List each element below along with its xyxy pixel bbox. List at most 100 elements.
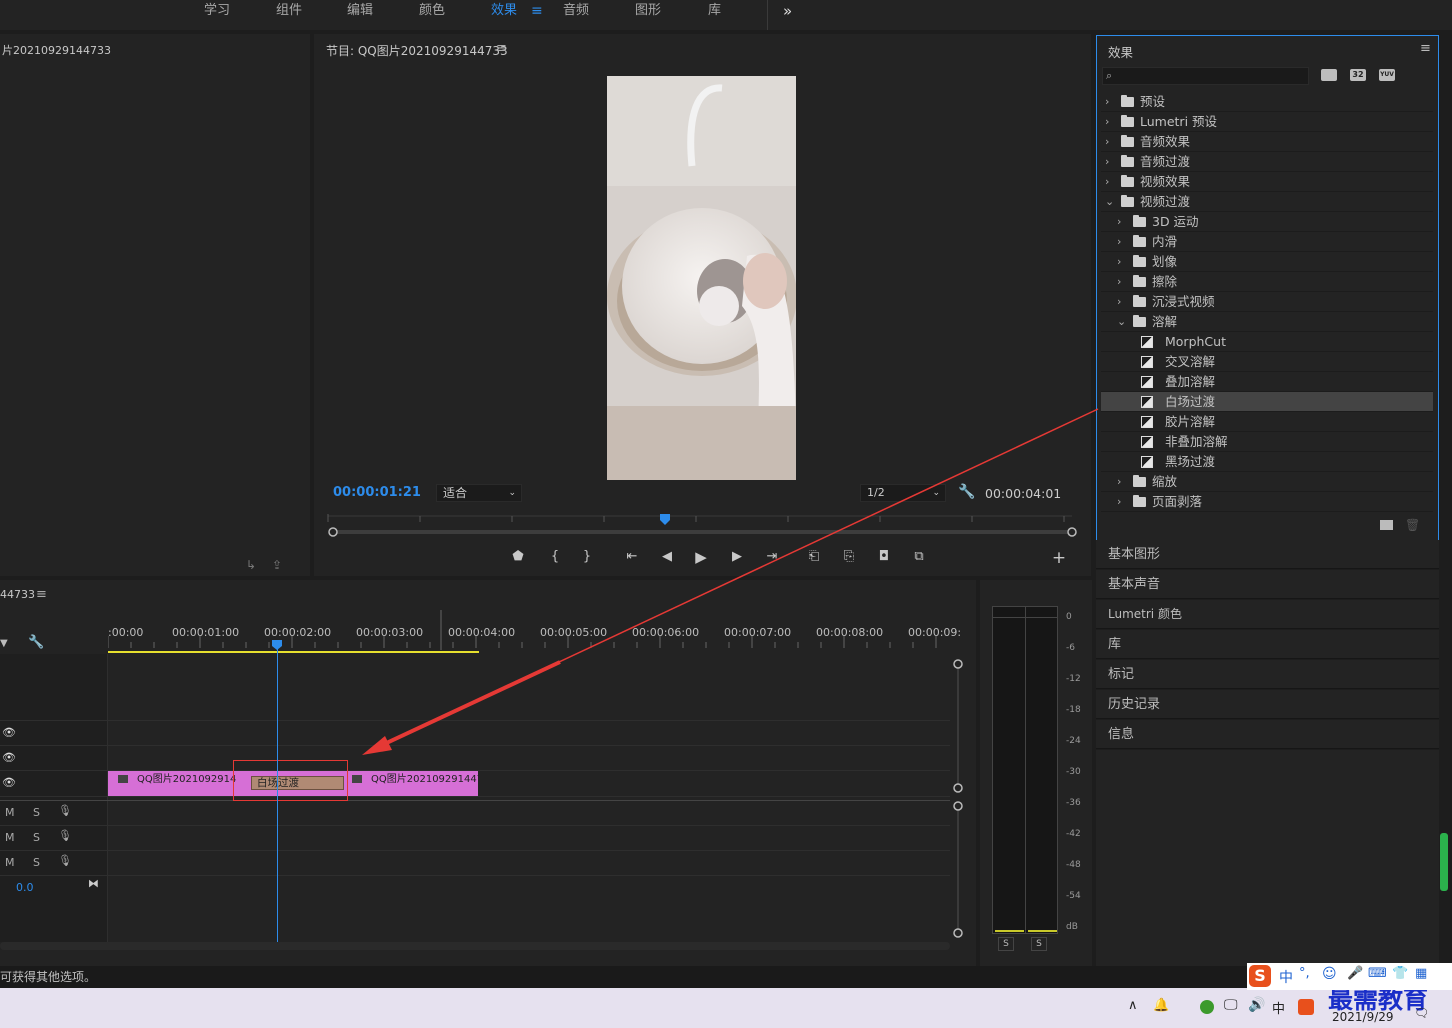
chevron-right-icon[interactable]: › <box>1105 152 1115 172</box>
effects-tree-item[interactable]: 非叠加溶解 <box>1101 432 1433 452</box>
new-bin-icon[interactable] <box>1380 520 1393 530</box>
effects-tree-item[interactable]: › 页面剥落 <box>1101 492 1433 512</box>
panel-essential-graphics[interactable]: 基本图形 <box>1096 540 1439 569</box>
workspace-menu-icon[interactable]: ≡ <box>531 0 543 24</box>
mute-toggle[interactable]: M <box>5 831 15 844</box>
timeline-v-scrollbar[interactable] <box>950 656 966 942</box>
eye-icon[interactable]: 👁 <box>2 776 16 789</box>
effects-tree-item[interactable]: › 3D 运动 <box>1101 212 1433 232</box>
timeline-clip[interactable]: QQ图片20210929144741. <box>108 771 236 796</box>
tab-libraries[interactable]: 库 <box>708 0 721 24</box>
add-button-icon[interactable]: + <box>1049 549 1069 567</box>
mute-toggle[interactable]: M <box>5 856 15 869</box>
effects-menu-icon[interactable]: ≡ <box>1420 41 1431 56</box>
tab-editing[interactable]: 编辑 <box>347 0 373 24</box>
chevron-down-icon[interactable]: ⌄ <box>1105 192 1115 212</box>
chevron-right-icon[interactable]: › <box>1117 472 1127 492</box>
playhead[interactable] <box>277 646 278 942</box>
accelerated-effects-icon[interactable] <box>1321 69 1337 81</box>
ime-toolbar[interactable]: S 中 °, ☺ 🎤 ⌨ 👕 ▦ <box>1247 963 1452 990</box>
effects-tree-item[interactable]: › 预设 <box>1101 92 1433 112</box>
effects-tree-item[interactable]: 黑场过渡 <box>1101 452 1433 472</box>
wrench-icon[interactable]: 🔧 <box>28 635 44 650</box>
go-to-out-icon[interactable]: ⇥ <box>762 548 782 566</box>
chevron-right-icon[interactable]: › <box>1117 292 1127 312</box>
effects-tree-item[interactable]: › 内滑 <box>1101 232 1433 252</box>
effects-tree-item[interactable]: › 缩放 <box>1101 472 1433 492</box>
delete-icon[interactable]: 🗑 <box>1405 518 1420 532</box>
solo-left-button[interactable]: S <box>998 937 1014 951</box>
effects-tree-item[interactable]: › 划像 <box>1101 252 1433 272</box>
chevron-right-icon[interactable]: › <box>1117 492 1127 512</box>
scroll-indicator[interactable] <box>1440 833 1448 891</box>
timeline-h-scrollbar[interactable] <box>0 942 950 950</box>
effects-tree-item[interactable]: ⌄ 视频过渡 <box>1101 192 1433 212</box>
program-scrubber[interactable] <box>320 510 1082 540</box>
program-menu-icon[interactable]: ≡ <box>496 41 507 56</box>
panel-markers[interactable]: 标记 <box>1096 660 1439 689</box>
effects-tree-item[interactable]: › 音频过渡 <box>1101 152 1433 172</box>
solo-toggle[interactable]: S <box>33 856 40 869</box>
volume-icon[interactable]: 🔊 <box>1248 997 1265 1013</box>
time-ruler[interactable] <box>108 610 950 654</box>
chevron-down-icon[interactable]: ⌄ <box>1117 312 1127 332</box>
effects-tree-item[interactable]: › 擦除 <box>1101 272 1433 292</box>
effects-search-input[interactable]: ⌕ <box>1102 67 1309 85</box>
tab-color[interactable]: 颜色 <box>419 0 445 24</box>
ime-mode-label[interactable]: 中 <box>1279 967 1293 987</box>
solo-toggle[interactable]: S <box>33 831 40 844</box>
toolbox-icon[interactable]: ▦ <box>1415 966 1427 981</box>
timeline-menu-icon[interactable]: ≡ <box>36 587 47 602</box>
effects-tree-item[interactable]: › 视频效果 <box>1101 172 1433 192</box>
tab-learning[interactable]: 学习 <box>204 0 230 24</box>
panel-lumetri-color[interactable]: Lumetri 颜色 <box>1096 600 1439 629</box>
effects-tree-item[interactable]: › 音频效果 <box>1101 132 1433 152</box>
timeline-clip[interactable]: QQ图片2021092914473 <box>346 771 478 796</box>
effects-tree-item[interactable]: 交叉溶解 <box>1101 352 1433 372</box>
keyboard-icon[interactable]: ⌨ <box>1368 966 1387 981</box>
tab-graphics[interactable]: 图形 <box>635 0 661 24</box>
tab-assembly[interactable]: 组件 <box>276 0 302 24</box>
effects-tree-item[interactable]: ⌄ 溶解 <box>1101 312 1433 332</box>
effects-tree-item[interactable]: 白场过渡 <box>1101 392 1433 412</box>
voice-icon[interactable]: 🎤 <box>1347 966 1363 981</box>
overflow-icon[interactable]: » <box>783 0 792 24</box>
mic-icon[interactable]: 🎙 <box>58 804 72 817</box>
resolution-select[interactable]: 1/2 ⌄ <box>860 484 946 502</box>
mute-toggle[interactable]: M <box>5 806 15 819</box>
chevron-right-icon[interactable]: › <box>1105 172 1115 192</box>
tab-effects[interactable]: 效果 <box>491 0 517 24</box>
camera-icon[interactable]: ◘ <box>874 548 894 566</box>
emoji-icon[interactable]: ☺ <box>1322 966 1337 982</box>
effects-tree-item[interactable]: › 沉浸式视频 <box>1101 292 1433 312</box>
export-icon[interactable]: ⇪ <box>272 558 282 572</box>
solo-toggle[interactable]: S <box>33 806 40 819</box>
chevron-right-icon[interactable]: › <box>1117 252 1127 272</box>
step-back-icon[interactable]: ◀ <box>657 548 677 566</box>
action-center-icon[interactable]: 🗨 <box>1414 1006 1429 1020</box>
notification-icon[interactable]: 🔔 <box>1153 998 1169 1013</box>
effects-tree-item[interactable]: MorphCut <box>1101 332 1433 352</box>
marker-icon[interactable]: ▼ <box>0 638 8 649</box>
wrench-icon[interactable]: 🔧 <box>958 484 975 500</box>
panel-history[interactable]: 历史记录 <box>1096 690 1439 719</box>
mic-icon[interactable]: 🎙 <box>58 829 72 842</box>
step-forward-icon[interactable]: ▶ <box>727 548 747 566</box>
eye-icon[interactable]: 👁 <box>2 751 16 764</box>
ime-indicator[interactable]: 中 <box>1272 998 1285 1017</box>
network-icon[interactable]: 🖵 <box>1224 997 1238 1013</box>
chevron-up-icon[interactable]: ∧ <box>1128 998 1138 1013</box>
skin-icon[interactable]: 👕 <box>1392 966 1408 981</box>
effects-tree-item[interactable]: › Lumetri 预设 <box>1101 112 1433 132</box>
panel-info[interactable]: 信息 <box>1096 720 1439 749</box>
chevron-right-icon[interactable]: › <box>1117 272 1127 292</box>
chevron-right-icon[interactable]: › <box>1105 132 1115 152</box>
bow-tie-icon[interactable]: ⧓ <box>88 877 99 890</box>
security-icon[interactable] <box>1200 1000 1214 1014</box>
mark-in-icon[interactable]: { <box>545 548 565 566</box>
yuv-effects-icon[interactable]: YUV <box>1379 69 1395 81</box>
chevron-right-icon[interactable]: › <box>1105 92 1115 112</box>
compare-icon[interactable]: ⧉ <box>909 548 929 566</box>
solo-right-button[interactable]: S <box>1031 937 1047 951</box>
mark-out-icon[interactable]: } <box>577 548 597 566</box>
